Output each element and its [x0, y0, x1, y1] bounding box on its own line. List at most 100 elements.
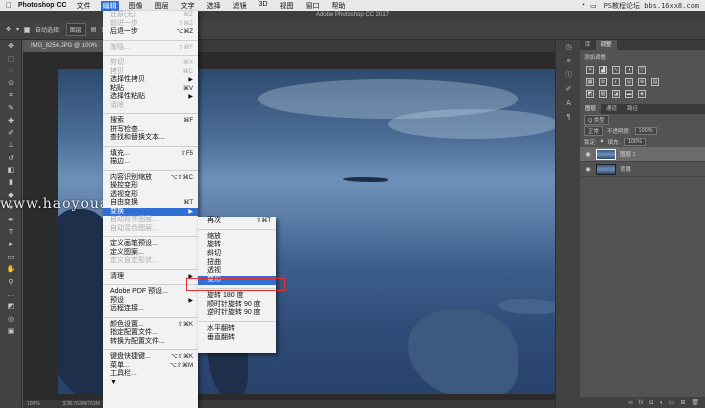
- edit-menu-item[interactable]: 拼写检查...: [103, 126, 198, 135]
- app-name[interactable]: Photoshop CC: [18, 2, 67, 9]
- apple-icon[interactable]: : [0, 1, 18, 10]
- gradient-map-icon[interactable]: ▬: [625, 90, 633, 98]
- transform-menu-item[interactable]: 旋转 180 度: [198, 292, 276, 301]
- menu-5[interactable]: 选择: [205, 1, 223, 11]
- crop-tool-icon[interactable]: ⌗: [0, 90, 22, 102]
- invert-icon[interactable]: ◩: [586, 90, 594, 98]
- lock-icon[interactable]: 🔒︎: [601, 138, 604, 145]
- edit-menu-item[interactable]: 自由变换 ⌘T: [103, 199, 198, 208]
- posterize-icon[interactable]: ▧: [599, 90, 607, 98]
- fx-icon[interactable]: fx: [639, 400, 644, 406]
- character-icon[interactable]: A: [556, 96, 581, 110]
- transform-menu-item[interactable]: 水平翻转: [198, 325, 276, 334]
- levels-icon[interactable]: ▟: [599, 66, 607, 74]
- adjustment-layer-icon[interactable]: ◑: [659, 400, 663, 406]
- threshold-icon[interactable]: ◪: [612, 90, 620, 98]
- layer-thumbnail[interactable]: [596, 163, 616, 175]
- edit-menu-item[interactable]: 预设 ▶: [103, 297, 198, 306]
- edit-menu-item[interactable]: 指定配置文件...: [103, 329, 198, 338]
- menu-9[interactable]: 窗口: [304, 1, 322, 11]
- edit-menu-item[interactable]: 后退一步 ⌥⌘Z: [103, 28, 198, 37]
- tab-paths[interactable]: 路径: [622, 104, 643, 114]
- move-tool-icon[interactable]: ✥: [0, 40, 22, 52]
- zoom-tool-icon[interactable]: ⚲: [0, 275, 22, 287]
- tab-library[interactable]: 库: [580, 40, 596, 50]
- transform-menu-item[interactable]: 再次 ⇧⌘T: [198, 217, 276, 226]
- paragraph-icon[interactable]: ¶: [556, 110, 581, 124]
- edit-menu-item[interactable]: 定义画笔预设...: [103, 240, 198, 249]
- edit-menu-item[interactable]: 搜索 ⌘F: [103, 117, 198, 126]
- edit-menu-item[interactable]: 菜单... ⌥⇧⌘M: [103, 362, 198, 371]
- brightness-icon[interactable]: ☀: [586, 66, 594, 74]
- menu-4[interactable]: 文字: [179, 1, 197, 11]
- menu-2[interactable]: 图像: [127, 1, 145, 11]
- color-balance-icon[interactable]: ⚖: [599, 78, 607, 86]
- edit-menu-item[interactable]: Adobe PDF 预设...: [103, 288, 198, 297]
- edit-menu-item[interactable]: 定义图案...: [103, 249, 198, 258]
- edit-menu-item[interactable]: 远程连接...: [103, 305, 198, 314]
- document-tab[interactable]: IMG_8254.JPG @ 100% (图层...: [25, 40, 105, 61]
- menu-8[interactable]: 视图: [278, 1, 296, 11]
- edit-menu-item[interactable]: 工具栏...: [103, 370, 198, 379]
- edit-menu-item[interactable]: 变换 ▶: [103, 207, 198, 216]
- auto-select-checkbox[interactable]: [24, 26, 31, 33]
- curves-icon[interactable]: ∿: [612, 66, 620, 74]
- history-brush-icon[interactable]: ↺: [0, 152, 22, 164]
- layer-row[interactable]: ◉ 背景: [580, 162, 705, 177]
- gradient-tool-icon[interactable]: ▮: [0, 176, 22, 188]
- hand-tool-icon[interactable]: ✋: [0, 263, 22, 275]
- photo-filter-icon[interactable]: ◎: [625, 78, 633, 86]
- pen-tool-icon[interactable]: ✒: [0, 213, 22, 225]
- quick-select-tool-icon[interactable]: ⊙: [0, 77, 22, 89]
- selective-color-icon[interactable]: ◈: [638, 90, 646, 98]
- edit-menu-item[interactable]: 粘贴 ⌘V: [103, 85, 198, 94]
- menu-3[interactable]: 图层: [153, 1, 171, 11]
- properties-icon[interactable]: ≡: [556, 54, 581, 68]
- edit-menu-item[interactable]: 键盘快捷键... ⌥⇧⌘K: [103, 353, 198, 362]
- vibrance-icon[interactable]: ▽: [638, 66, 646, 74]
- tool-preset-icon[interactable]: ▾: [16, 26, 19, 33]
- tab-channels[interactable]: 通道: [601, 104, 622, 114]
- edit-menu-item[interactable]: ▼: [103, 379, 198, 388]
- layer-row[interactable]: ◉ 图层 1: [580, 147, 705, 162]
- transform-menu-item[interactable]: 逆时针旋转 90 度: [198, 309, 276, 318]
- edit-menu-item[interactable]: 选择性粘贴 ▶: [103, 93, 198, 102]
- marquee-tool-icon[interactable]: ⬚: [0, 52, 22, 64]
- move-tool-icon[interactable]: ✥: [6, 26, 11, 33]
- menu-10[interactable]: 帮助: [330, 1, 348, 11]
- black-white-icon[interactable]: ◐: [612, 78, 620, 86]
- transform-menu-item[interactable]: 旋转: [198, 241, 276, 250]
- auto-select-dropdown[interactable]: 图层: [65, 23, 86, 36]
- edit-menu-item[interactable]: 清理 ▶: [103, 273, 198, 282]
- menu-7[interactable]: 3D: [257, 1, 270, 11]
- eyedropper-tool-icon[interactable]: ✎: [0, 102, 22, 114]
- wifi-icon[interactable]: ◔: [581, 2, 585, 9]
- type-tool-icon[interactable]: T: [0, 226, 22, 238]
- layer-name[interactable]: 背景: [620, 165, 631, 173]
- quick-mask-icon[interactable]: ◎: [0, 313, 22, 325]
- edit-menu-item[interactable]: 内容识别缩放 ⌥⇧⌘C: [103, 174, 198, 183]
- healing-tool-icon[interactable]: ✚: [0, 114, 22, 126]
- tab-adjustments[interactable]: 调整: [595, 40, 617, 50]
- eye-icon[interactable]: ◉: [584, 151, 592, 158]
- stamp-tool-icon[interactable]: ⊥: [0, 139, 22, 151]
- layer-name[interactable]: 图层 1: [620, 150, 636, 158]
- zoom-readout[interactable]: 100%: [27, 401, 40, 407]
- brush-settings-icon[interactable]: ✐: [556, 82, 581, 96]
- path-select-icon[interactable]: ▸: [0, 238, 22, 250]
- screen-mode-icon[interactable]: ▣: [0, 325, 22, 337]
- menu-0[interactable]: 文件: [75, 1, 93, 11]
- shape-tool-icon[interactable]: ▭: [0, 251, 22, 263]
- fill-input[interactable]: 100%: [624, 137, 647, 146]
- color-lookup-icon[interactable]: ▤: [651, 78, 659, 86]
- info-icon[interactable]: ⓘ: [556, 68, 581, 82]
- transform-menu-item[interactable]: 垂直翻转: [198, 334, 276, 343]
- lasso-tool-icon[interactable]: ◌: [0, 65, 22, 77]
- edit-menu-item[interactable]: 查找和替换文本...: [103, 134, 198, 143]
- edit-menu-item[interactable]: 透视变形: [103, 191, 198, 200]
- link-icon[interactable]: ∞: [628, 400, 632, 406]
- transform-menu-item[interactable]: 顺时针旋转 90 度: [198, 301, 276, 310]
- battery-icon[interactable]: ▭: [590, 2, 597, 10]
- brush-tool-icon[interactable]: ✐: [0, 127, 22, 139]
- eye-icon[interactable]: ◉: [584, 166, 592, 173]
